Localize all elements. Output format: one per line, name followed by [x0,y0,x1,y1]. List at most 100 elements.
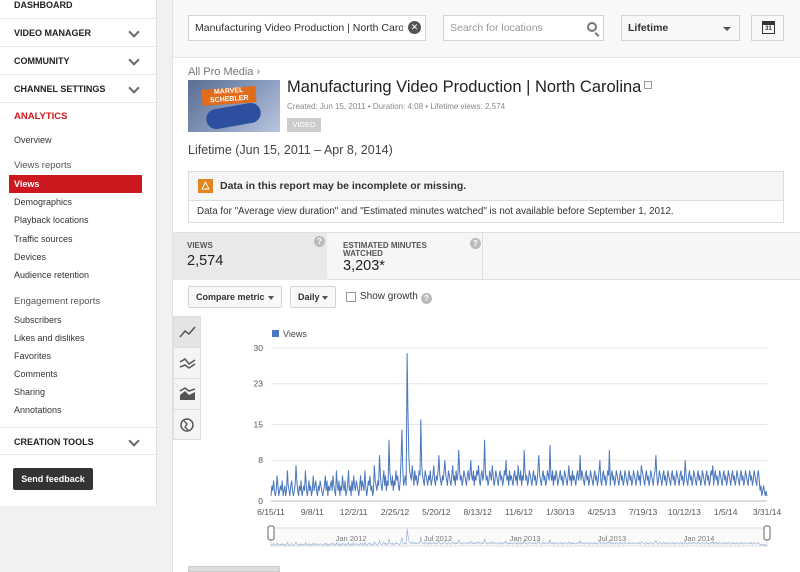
sidebar-item-audience-retention[interactable]: Audience retention [9,266,142,284]
navigator-label: Jan 2012 [336,534,367,543]
x-tick-label: 4/25/13 [587,507,616,517]
sidebar-section-creation-tools[interactable]: Creation Tools [0,427,156,455]
compare-metric-label: Compare metric [196,292,265,302]
views-chart: Views 0 8 15 23 30 6/15/11 9/8/11 12/2/11 2/25/12… [254,329,782,547]
warning-body: Data for "Average view duration" and "Es… [197,206,674,217]
warning-icon: △ [198,179,213,193]
navigator-label: Jul 2013 [598,534,626,543]
metric-tab-minutes-watched[interactable]: Estimated minutes watched 3,203* ? [329,233,483,280]
x-tick-label: 12/2/11 [340,507,368,517]
navigator-handle[interactable] [763,525,771,541]
sidebar-item-likes-dislikes[interactable]: Likes and dislikes [9,329,142,347]
calendar-icon: 31 [762,21,775,34]
x-tick-label: 1/5/14 [714,507,738,517]
sidebar-item-comments[interactable]: Comments [9,365,142,383]
data-warning-box: △ Data in this report may be incomplete … [188,171,784,223]
navigator-label: Jan 2013 [510,534,541,543]
sidebar-item-overview[interactable]: Overview [9,131,142,149]
x-tick-label: 2/25/12 [381,507,410,517]
metric-label: Estimated minutes watched [343,241,427,258]
chevron-down-icon [128,26,140,38]
compare-metric-button[interactable]: Compare metric [188,286,282,308]
chevron-down-icon [128,82,140,94]
sidebar-section-label: Community [14,56,70,66]
search-icon[interactable] [587,22,597,32]
sidebar-item-demographics[interactable]: Demographics [9,193,142,211]
legend-swatch [272,330,279,337]
calendar-day: 31 [765,26,772,32]
x-tick-label: 6/15/11 [257,507,285,517]
sidebar-item-sharing[interactable]: Sharing [9,383,142,401]
date-range-dropdown[interactable]: Lifetime [621,15,740,41]
sidebar-item-subscribers[interactable]: Subscribers [9,311,142,329]
x-tick-label: 7/19/13 [629,507,658,517]
sidebar-section-video-manager[interactable]: Video Manager [0,19,156,47]
metric-value: 3,203* [343,258,385,274]
show-growth-checkbox[interactable] [346,292,356,302]
x-tick-label: 3/31/14 [753,507,782,517]
video-thumbnail[interactable]: MARVEL SCHEBLER [188,80,280,132]
sidebar-item-favorites[interactable]: Favorites [9,347,142,365]
engagement-reports-heading: Engagement reports [14,296,101,307]
y-tick-label: 23 [254,379,264,389]
bottom-tab-stub[interactable] [188,566,280,572]
question-mark-icon[interactable]: ? [314,236,325,247]
main-panel: Manufacturing Video Production | North C… [172,0,800,572]
sidebar-item-annotations[interactable]: Annotations [9,401,142,419]
x-tick-label: 10/12/13 [668,507,701,517]
legend-label: Views [283,329,307,339]
left-sidebar: Dashboard Video Manager Community Channe… [0,0,157,506]
metric-value: 2,574 [187,253,224,269]
sidebar-section-label: Dashboard [14,0,73,10]
sidebar-analytics-heading[interactable]: ANALYTICS [14,111,68,122]
calendar-button[interactable]: 31 [751,15,784,41]
content-filter-field[interactable]: Manufacturing Video Production | North C… [188,15,426,41]
sidebar-item-views[interactable]: Views [9,175,142,193]
navigator-label: Jul 2012 [424,534,452,543]
video-type-badge: VIDEO [287,118,321,132]
x-tick-label: 5/20/12 [422,507,451,517]
y-tick-label: 8 [258,455,263,465]
sidebar-section-dashboard[interactable]: Dashboard [0,0,156,19]
navigator-handle[interactable] [267,525,275,541]
x-tick-label: 1/30/13 [546,507,575,517]
breadcrumb[interactable]: All Pro Media › [188,66,260,78]
dropdown-arrow-icon [268,296,274,300]
granularity-dropdown[interactable]: Daily [290,286,336,308]
question-mark-icon[interactable]: ? [470,238,481,249]
metric-tabs: Views 2,574 ? Estimated minutes watched … [173,232,800,280]
navigator-label: Jan 2014 [684,534,715,543]
location-search-input[interactable]: Search for locations [443,15,604,41]
x-tick-label: 9/8/11 [301,507,324,517]
granularity-label: Daily [298,292,320,302]
video-title-text: Manufacturing Video Production | North C… [287,78,642,96]
metric-label: Views [187,241,213,250]
sidebar-section-channel-settings[interactable]: Channel Settings [0,75,156,103]
send-feedback-button[interactable]: Send feedback [13,468,93,490]
thumbnail-graphic [204,101,263,131]
content-filter-value: Manufacturing Video Production | North C… [195,22,403,34]
video-title[interactable]: Manufacturing Video Production | North C… [287,78,653,97]
external-link-icon[interactable] [644,81,653,89]
filter-bar: Manufacturing Video Production | North C… [173,0,800,58]
dropdown-arrow-icon [322,296,328,300]
y-tick-label: 30 [254,343,264,353]
sidebar-section-label: Creation Tools [14,437,94,447]
clear-icon[interactable]: ✕ [408,21,421,34]
warning-header: △ Data in this report may be incomplete … [189,172,783,201]
search-placeholder: Search for locations [450,22,543,34]
question-mark-icon[interactable]: ? [421,293,432,304]
sidebar-item-devices[interactable]: Devices [9,248,142,266]
warning-title: Data in this report may be incomplete or… [220,180,467,192]
sidebar-section-label: Channel Settings [14,84,106,94]
video-meta: Created: Jun 15, 2011 • Duration: 4:08 •… [287,102,506,111]
sidebar-section-community[interactable]: Community [0,47,156,75]
sidebar-item-playback-locations[interactable]: Playback locations [9,211,142,229]
metric-tab-views[interactable]: Views 2,574 ? [173,233,327,280]
sidebar-item-traffic-sources[interactable]: Traffic sources [9,230,142,248]
y-tick-label: 0 [258,496,263,506]
report-period: Lifetime (Jun 15, 2011 – Apr 8, 2014) [188,143,393,157]
show-growth-label: Show growth [360,291,418,302]
x-tick-label: 11/6/12 [505,507,533,517]
chevron-down-icon [128,54,140,66]
